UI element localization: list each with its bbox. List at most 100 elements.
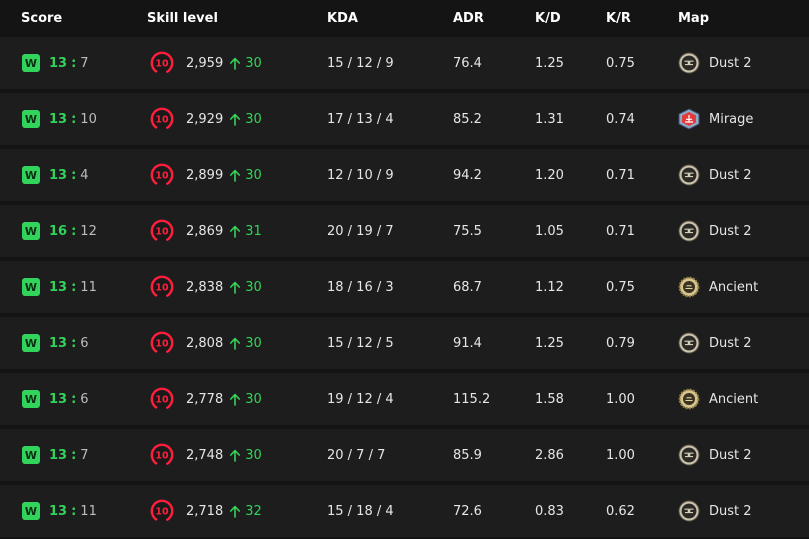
- match-row[interactable]: W 13 : 7 10 2,748 30 20 / 7 / 7 85.9 2.8…: [0, 429, 809, 481]
- score-cell: W 13 : 10: [22, 93, 97, 145]
- skill-level-number: 10: [155, 59, 169, 70]
- header-score[interactable]: Score: [21, 11, 62, 26]
- match-row[interactable]: W 16 : 12 10 2,869 31 20 / 19 / 7 75.5 1…: [0, 205, 809, 257]
- skill-level-number: 10: [155, 395, 169, 406]
- map-cell: Dust 2: [678, 485, 752, 537]
- own-score: 13: [49, 279, 68, 295]
- match-row[interactable]: W 13 : 4 10 2,899 30 12 / 10 / 9 94.2 1.…: [0, 149, 809, 201]
- skill-cell: 10 2,808 30: [150, 317, 262, 369]
- match-row[interactable]: W 13 : 6 10 2,778 30 19 / 12 / 4 115.2 1…: [0, 373, 809, 425]
- map-name: Dust 2: [709, 55, 752, 71]
- arrow-up-icon: [230, 449, 241, 462]
- score-separator: :: [71, 167, 77, 183]
- kr-value: 0.74: [606, 111, 635, 127]
- arrow-up-icon: [230, 393, 241, 406]
- dust2-icon: [678, 220, 700, 242]
- kr-value: 0.71: [606, 167, 635, 183]
- arrow-up-icon: [230, 505, 241, 518]
- ancient-icon: [678, 388, 700, 410]
- win-badge: W: [22, 110, 40, 128]
- header-kd[interactable]: K/D: [535, 11, 561, 26]
- elo-value: 2,718: [186, 503, 224, 519]
- skill-level-number: 10: [155, 339, 169, 350]
- elo-change-value: 30: [245, 391, 262, 407]
- adr-value: 115.2: [453, 391, 491, 407]
- map-name: Dust 2: [709, 223, 752, 239]
- mirage-icon: [678, 108, 700, 130]
- elo-change-value: 32: [245, 503, 262, 519]
- dust2-icon: [678, 332, 700, 354]
- map-name: Dust 2: [709, 503, 752, 519]
- map-name: Dust 2: [709, 447, 752, 463]
- opponent-score: 11: [80, 279, 97, 295]
- adr-value: 75.5: [453, 223, 482, 239]
- header-adr[interactable]: ADR: [453, 11, 484, 26]
- score-cell: W 13 : 7: [22, 429, 89, 481]
- win-badge: W: [22, 446, 40, 464]
- match-row[interactable]: W 13 : 11 10 2,718 32 15 / 18 / 4 72.6 0…: [0, 485, 809, 537]
- score-cell: W 13 : 4: [22, 149, 89, 201]
- header-map[interactable]: Map: [678, 11, 709, 26]
- arrow-up-icon: [230, 337, 241, 350]
- header-kr[interactable]: K/R: [606, 11, 631, 26]
- own-score: 13: [49, 111, 68, 127]
- match-row[interactable]: W 13 : 7 10 2,959 30 15 / 12 / 9 76.4 1.…: [0, 37, 809, 89]
- skill-level-number: 10: [155, 451, 169, 462]
- match-row[interactable]: W 13 : 10 10 2,929 30 17 / 13 / 4 85.2 1…: [0, 93, 809, 145]
- skill-level-number: 10: [155, 171, 169, 182]
- skill-cell: 10 2,838 30: [150, 261, 262, 313]
- elo-change-value: 30: [245, 335, 262, 351]
- dust2-icon: [678, 164, 700, 186]
- win-badge: W: [22, 334, 40, 352]
- kd-value: 1.58: [535, 391, 564, 407]
- match-row[interactable]: W 13 : 11 10 2,838 30 18 / 16 / 3 68.7 1…: [0, 261, 809, 313]
- adr-value: 91.4: [453, 335, 482, 351]
- elo-change: 31: [229, 224, 262, 239]
- elo-change-value: 30: [245, 279, 262, 295]
- arrow-up-icon: [230, 225, 241, 238]
- match-row[interactable]: W 13 : 6 10 2,808 30 15 / 12 / 5 91.4 1.…: [0, 317, 809, 369]
- kda-value: 12 / 10 / 9: [327, 167, 394, 183]
- elo-change: 30: [229, 448, 262, 463]
- skill-cell: 10 2,718 32: [150, 485, 262, 537]
- header-kda[interactable]: KDA: [327, 11, 358, 26]
- score-cell: W 13 : 11: [22, 485, 97, 537]
- skill-level-number: 10: [155, 227, 169, 238]
- elo-value: 2,959: [186, 55, 224, 71]
- adr-value: 76.4: [453, 55, 482, 71]
- kr-value: 0.75: [606, 55, 635, 71]
- skill-level-icon: 10: [150, 107, 174, 131]
- map-name: Dust 2: [709, 167, 752, 183]
- elo-value: 2,778: [186, 391, 224, 407]
- arrow-up-icon: [230, 281, 241, 294]
- elo-change-value: 30: [245, 447, 262, 463]
- skill-cell: 10 2,778 30: [150, 373, 262, 425]
- elo-change-value: 30: [245, 167, 262, 183]
- elo-change: 30: [229, 392, 262, 407]
- opponent-score: 11: [80, 503, 97, 519]
- elo-change: 30: [229, 112, 262, 127]
- elo-value: 2,899: [186, 167, 224, 183]
- kr-value: 0.75: [606, 279, 635, 295]
- own-score: 13: [49, 503, 68, 519]
- skill-level-icon: 10: [150, 51, 174, 75]
- kd-value: 1.31: [535, 111, 564, 127]
- arrow-up-icon: [230, 169, 241, 182]
- skill-cell: 10 2,959 30: [150, 37, 262, 89]
- kd-value: 1.12: [535, 279, 564, 295]
- kda-value: 17 / 13 / 4: [327, 111, 394, 127]
- map-cell: Ancient: [678, 261, 758, 313]
- opponent-score: 6: [80, 391, 89, 407]
- header-skill-level[interactable]: Skill level: [147, 11, 218, 26]
- elo-change: 30: [229, 168, 262, 183]
- map-cell: Dust 2: [678, 37, 752, 89]
- adr-value: 94.2: [453, 167, 482, 183]
- adr-value: 72.6: [453, 503, 482, 519]
- kda-value: 19 / 12 / 4: [327, 391, 394, 407]
- score-separator: :: [71, 279, 77, 295]
- kr-value: 1.00: [606, 447, 635, 463]
- opponent-score: 7: [80, 55, 89, 71]
- own-score: 13: [49, 335, 68, 351]
- skill-level-number: 10: [155, 283, 169, 294]
- skill-level-number: 10: [155, 507, 169, 518]
